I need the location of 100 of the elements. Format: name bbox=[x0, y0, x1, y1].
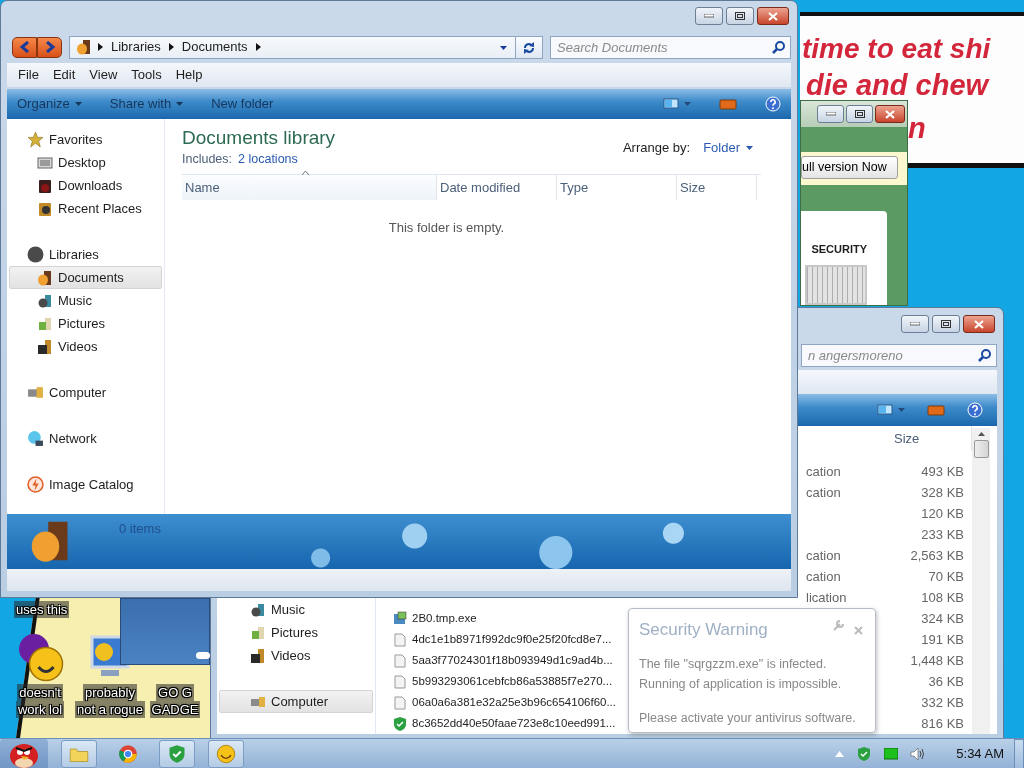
sidebar-item[interactable]: Desktop bbox=[9, 151, 162, 174]
maximize-button[interactable] bbox=[932, 315, 960, 333]
icon-label[interactable]: not a rogue bbox=[75, 701, 145, 718]
file-size: 108 KB bbox=[921, 588, 964, 607]
minimize-icon bbox=[825, 112, 836, 116]
minimize-button[interactable] bbox=[817, 105, 844, 123]
address-bar[interactable]: Libraries Documents bbox=[69, 35, 543, 59]
sidebar-item[interactable]: Music bbox=[9, 289, 162, 312]
help-icon bbox=[765, 96, 781, 112]
show-desktop-button[interactable] bbox=[1014, 738, 1024, 768]
file-name[interactable]: 5aa3f77024301f18b093949d1c9ad4b... bbox=[412, 651, 613, 670]
music-icon bbox=[37, 292, 53, 309]
file-name[interactable]: 5b993293061cebfcb86a53885f7e270... bbox=[412, 672, 613, 691]
breadcrumb-item[interactable]: Libraries bbox=[109, 37, 163, 57]
shield-icon bbox=[856, 745, 873, 762]
file-name[interactable]: 06a0a6a381e32a25e3b96c654106f60... bbox=[412, 693, 616, 712]
column-header[interactable]: Size bbox=[677, 175, 757, 200]
sidebar-item[interactable]: Libraries bbox=[9, 243, 162, 266]
sidebar-item[interactable]: Favorites bbox=[9, 128, 162, 151]
sidebar-item[interactable]: Recent Places bbox=[9, 197, 162, 220]
view-button[interactable] bbox=[877, 404, 905, 416]
application-icon bbox=[392, 610, 408, 627]
sidebar-item[interactable]: Videos bbox=[219, 644, 373, 667]
refresh-icon bbox=[522, 40, 536, 55]
sidebar-item[interactable]: Computer bbox=[219, 690, 373, 713]
back-button[interactable] bbox=[12, 36, 37, 58]
icon-label[interactable]: GO G bbox=[156, 684, 194, 701]
smiley-icon bbox=[16, 634, 64, 682]
sidebar-item[interactable]: Computer bbox=[9, 381, 162, 404]
menu-item[interactable]: View bbox=[82, 65, 125, 85]
column-header[interactable]: Date modified bbox=[437, 175, 557, 200]
search-field[interactable]: Search Documents bbox=[550, 35, 791, 59]
maximize-button[interactable] bbox=[726, 7, 754, 25]
menu-item[interactable]: Edit bbox=[45, 65, 83, 85]
file-icon bbox=[392, 631, 408, 648]
upgrade-button[interactable]: ull version Now bbox=[801, 155, 898, 179]
close-button[interactable] bbox=[963, 315, 995, 333]
scroll-thumb[interactable] bbox=[973, 440, 989, 458]
file-size: 816 KB bbox=[921, 714, 964, 733]
sidebar-item[interactable]: Downloads bbox=[9, 174, 162, 197]
close-icon bbox=[768, 11, 778, 21]
desktop-caption: uses this bbox=[14, 601, 70, 618]
clock[interactable]: 5:34 AM bbox=[956, 743, 1004, 764]
file-size: 120 KB bbox=[921, 504, 964, 523]
file-type: cation bbox=[806, 546, 841, 565]
sidebar-item[interactable]: Network bbox=[9, 427, 162, 450]
chevron-icon bbox=[168, 43, 174, 51]
caret-icon bbox=[898, 408, 905, 412]
column-header[interactable]: Type bbox=[557, 175, 677, 200]
menu-item[interactable]: Tools bbox=[124, 65, 169, 85]
balloon-text: Please activate your antivirus software. bbox=[639, 710, 857, 727]
close-button[interactable] bbox=[875, 105, 905, 123]
arrange-dropdown[interactable]: Folder bbox=[703, 137, 753, 158]
help-button[interactable] bbox=[967, 402, 983, 418]
taskbar-button[interactable] bbox=[159, 739, 195, 768]
chevron-icon bbox=[98, 43, 103, 51]
sidebar-item[interactable]: Videos bbox=[9, 335, 162, 358]
view-icon bbox=[663, 98, 679, 110]
star-icon bbox=[27, 131, 44, 148]
minimize-button[interactable] bbox=[901, 315, 929, 333]
smiley-icon bbox=[216, 743, 236, 764]
locations-link[interactable]: 2 locations bbox=[238, 150, 298, 169]
file-size: 493 KB bbox=[921, 462, 964, 481]
sidebar-item[interactable]: Image Catalog bbox=[9, 473, 162, 496]
file-name[interactable]: 4dc1e1b8971f992dc9f0e25f20fcd8e7... bbox=[412, 630, 612, 649]
search-field[interactable]: n angersmoreno bbox=[801, 343, 997, 367]
close-icon bbox=[885, 109, 895, 119]
file-name[interactable]: 8c3652dd40e50faae723e8c10eed991... bbox=[412, 714, 616, 733]
sidebar-item[interactable]: Pictures bbox=[9, 312, 162, 335]
menu-item[interactable]: Help bbox=[168, 65, 210, 85]
notification-balloon[interactable]: Security Warning The file "sqrgzzm.exe" is infected. Running of application is impossible. Please activate your antivirus software. bbox=[628, 608, 876, 733]
close-button[interactable] bbox=[757, 7, 789, 25]
preview-handle[interactable] bbox=[196, 652, 210, 659]
help-button[interactable] bbox=[765, 96, 781, 112]
maximize-icon bbox=[941, 320, 951, 328]
search-icon bbox=[978, 348, 991, 362]
file-type: cation bbox=[806, 462, 841, 481]
scrollbar[interactable] bbox=[972, 428, 990, 734]
view-button[interactable] bbox=[663, 98, 691, 110]
film-icon bbox=[250, 647, 266, 664]
file-name[interactable]: 2B0.tmp.exe bbox=[412, 609, 477, 628]
menu-item[interactable]: File bbox=[11, 65, 46, 85]
icon-label[interactable]: probably bbox=[83, 684, 137, 701]
sidebar-item[interactable]: Documents bbox=[9, 266, 162, 289]
start-button[interactable] bbox=[0, 738, 48, 768]
refresh-button[interactable] bbox=[515, 36, 542, 58]
maximize-icon bbox=[854, 110, 865, 118]
lightning-icon bbox=[27, 476, 44, 493]
file-size: 70 KB bbox=[928, 567, 964, 586]
breadcrumb-item[interactable]: Documents bbox=[179, 37, 250, 57]
minimize-button[interactable] bbox=[695, 7, 723, 25]
maximize-button[interactable] bbox=[846, 105, 873, 123]
file-icon bbox=[392, 694, 408, 711]
taskbar-button[interactable] bbox=[208, 739, 244, 768]
forward-button[interactable] bbox=[37, 36, 62, 58]
wallpaper-text: n bbox=[908, 111, 926, 146]
sidebar-item[interactable]: Pictures bbox=[219, 621, 373, 644]
file-size: 1,448 KB bbox=[910, 651, 964, 670]
sidebar-item[interactable]: Music bbox=[219, 598, 373, 621]
icon-label[interactable]: GADGE bbox=[149, 701, 201, 718]
